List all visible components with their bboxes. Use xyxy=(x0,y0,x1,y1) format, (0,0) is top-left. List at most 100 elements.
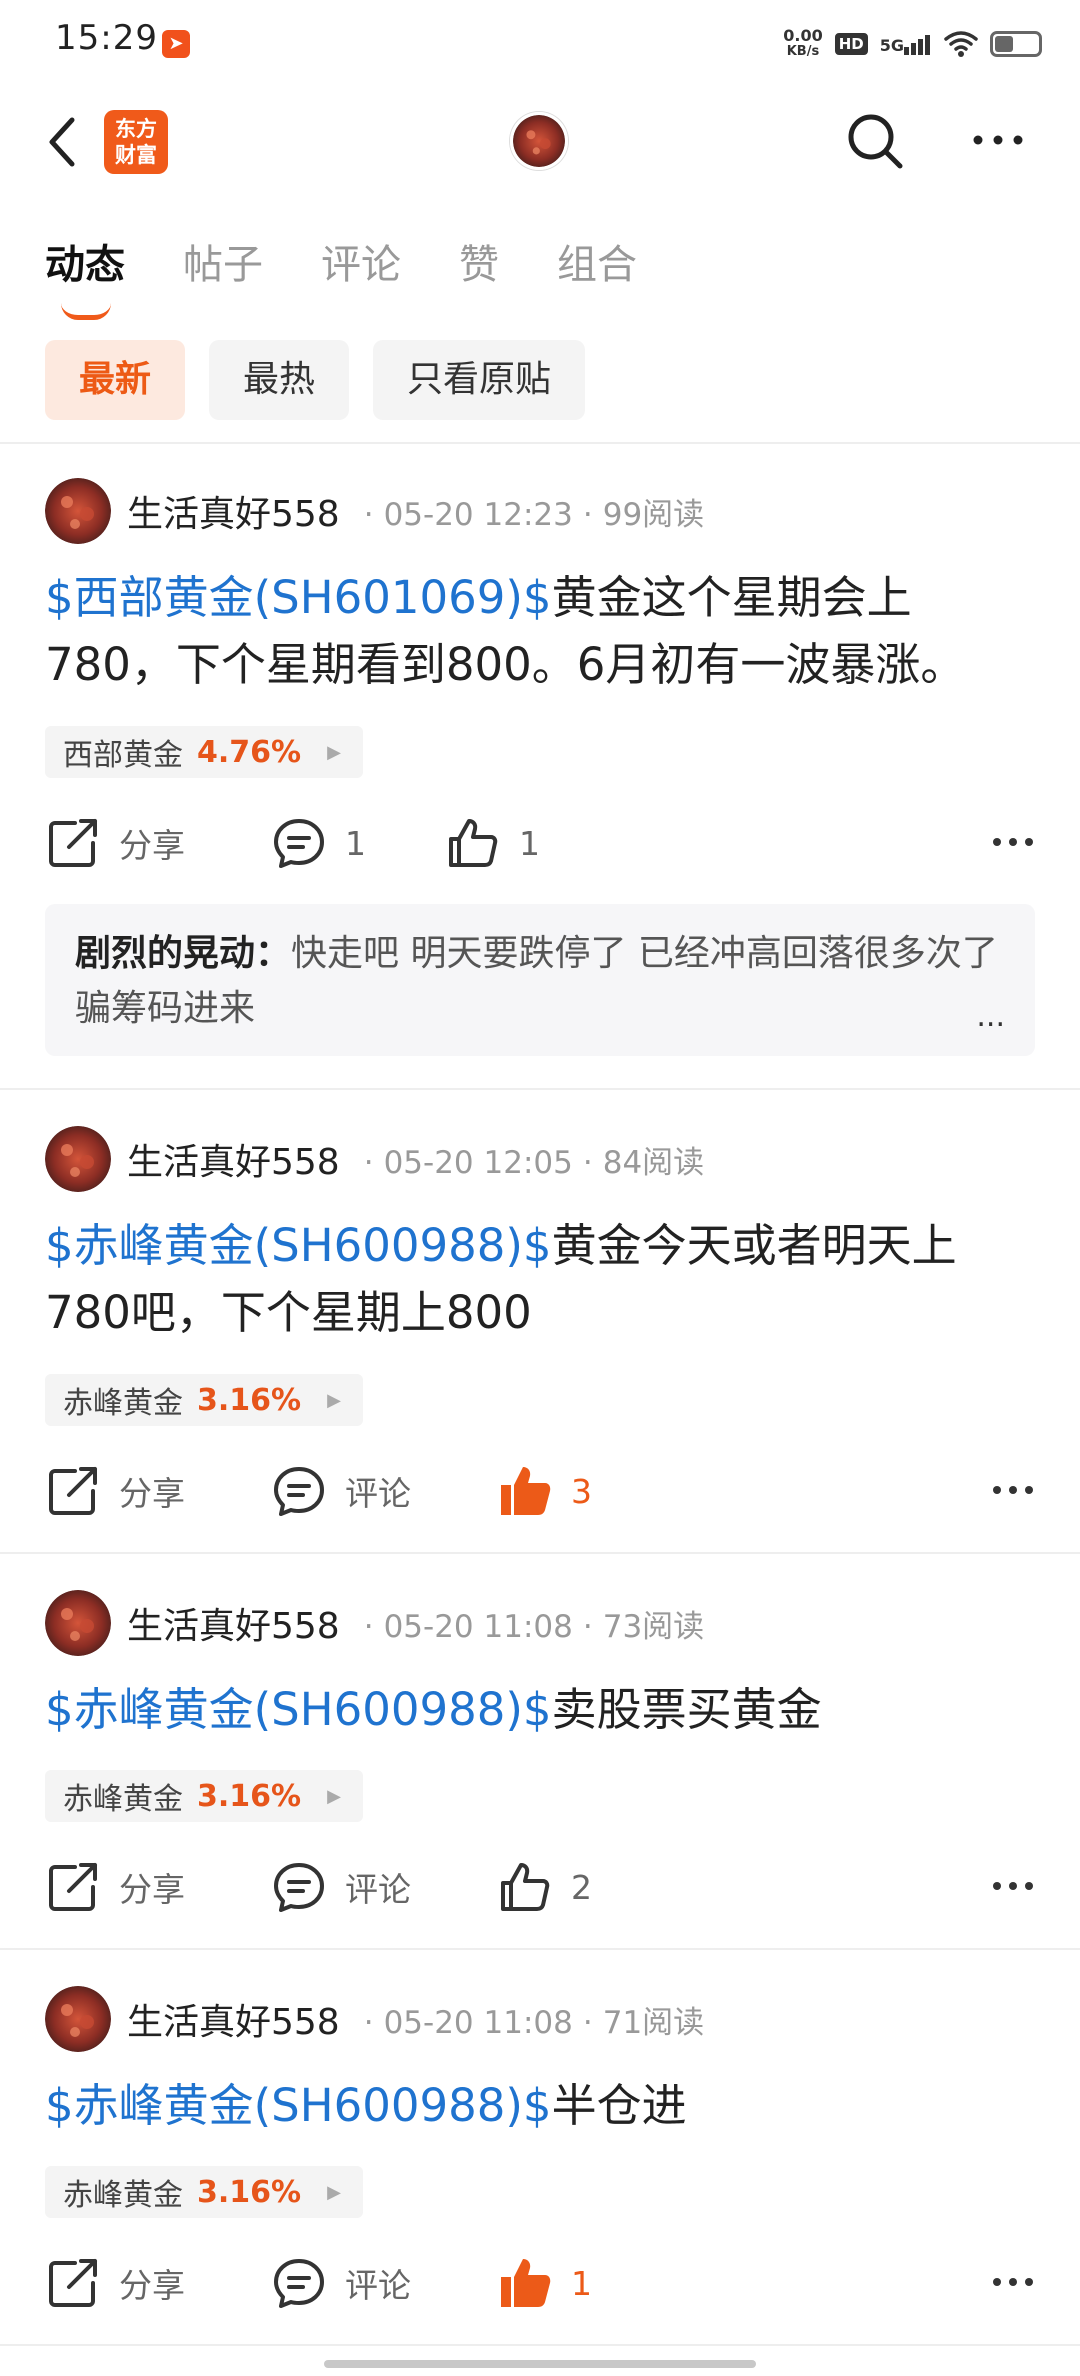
comment-button[interactable]: 评论 xyxy=(271,2248,411,2318)
share-button[interactable]: 分享 xyxy=(45,1852,185,1922)
post-content[interactable]: $赤峰黄金(SH600988)$半仓进 xyxy=(45,2072,1035,2139)
status-indicators: 0.00 KB/s HD 5G xyxy=(783,24,1042,64)
post-time: 05-20 12:23 xyxy=(383,496,573,533)
stock-link[interactable]: $西部黄金(SH601069)$ xyxy=(45,571,552,624)
status-bar: 15:29 ➤ 0.00 KB/s HD 5G xyxy=(0,0,1080,84)
share-button[interactable]: 分享 xyxy=(45,808,185,878)
post-card[interactable]: 生活真好558 · 05-20 11:08 · 73阅读 $赤峰黄金(SH600988… xyxy=(0,1590,1080,1950)
hd-icon: HD xyxy=(834,33,868,55)
like-count: 2 xyxy=(571,1867,592,1907)
author-avatar[interactable] xyxy=(45,1126,111,1192)
like-button[interactable]: 3 xyxy=(497,1456,592,1526)
comment-label: 评论 xyxy=(345,2266,411,2305)
comment-button[interactable]: 1 xyxy=(271,808,366,878)
share-icon xyxy=(49,1863,97,1911)
share-button[interactable]: 分享 xyxy=(45,2248,185,2318)
filter-latest[interactable]: 最新 xyxy=(45,340,186,420)
chevron-right-icon: ▶ xyxy=(327,2181,341,2203)
network-label: 5G xyxy=(879,36,904,55)
stock-quote-chip[interactable]: 赤峰黄金 3.16% ▶ xyxy=(45,1770,363,1822)
post-actions: 分享 评论 3 xyxy=(45,1456,1035,1526)
post-content[interactable]: $西部黄金(SH601069)$黄金这个星期会上780，下个星期看到800。6月… xyxy=(45,564,1035,698)
status-time: 15:29 xyxy=(55,18,158,58)
battery-icon xyxy=(990,31,1042,57)
share-label: 分享 xyxy=(119,826,185,865)
author-avatar[interactable] xyxy=(45,1986,111,2052)
post-card[interactable]: 生活真好558 · 05-20 11:08 · 71阅读 $赤峰黄金(SH600988… xyxy=(0,1986,1080,2346)
tab-posts[interactable]: 帖子 xyxy=(183,232,263,290)
quote-change: 3.16% xyxy=(197,1778,302,1814)
filter-original-only[interactable]: 只看原贴 xyxy=(373,340,586,420)
filter-hottest[interactable]: 最热 xyxy=(209,340,350,420)
author-name[interactable]: 生活真好558 xyxy=(127,1993,340,2045)
back-arrow-icon[interactable] xyxy=(40,112,90,172)
quote-name: 赤峰黄金 xyxy=(63,2178,183,2213)
comment-button[interactable]: 评论 xyxy=(271,1852,411,1922)
stock-quote-chip[interactable]: 赤峰黄金 3.16% ▶ xyxy=(45,2166,363,2218)
read-count: 84阅读 xyxy=(602,1144,705,1181)
post-body: 卖股票买黄金 xyxy=(551,1683,822,1736)
quote-change: 3.16% xyxy=(197,2174,302,2210)
more-icon[interactable] xyxy=(991,2262,1035,2302)
share-label: 分享 xyxy=(119,1474,185,1513)
post-actions: 分享 评论 1 xyxy=(45,2248,1035,2318)
post-meta: · 05-20 12:23 · 99阅读 xyxy=(363,496,705,533)
quote-name: 赤峰黄金 xyxy=(63,1386,183,1421)
author-avatar[interactable] xyxy=(45,478,111,544)
more-options-icon[interactable] xyxy=(968,120,1028,160)
more-icon[interactable] xyxy=(991,822,1035,862)
comment-icon xyxy=(274,1863,324,1912)
quote-name: 西部黄金 xyxy=(63,738,183,773)
stock-link[interactable]: $赤峰黄金(SH600988)$ xyxy=(45,2079,552,2132)
divider xyxy=(0,1552,1080,1554)
more-icon[interactable] xyxy=(991,1866,1035,1906)
comment-count: 1 xyxy=(345,823,366,863)
like-button[interactable]: 2 xyxy=(497,1852,592,1922)
profile-tabs: 动态 帖子 评论 赞 组合 xyxy=(45,232,637,320)
post-header: 生活真好558 · 05-20 12:05 · 84阅读 xyxy=(45,1126,704,1192)
tab-portfolios[interactable]: 组合 xyxy=(557,232,637,290)
comment-icon xyxy=(274,819,324,868)
author-name[interactable]: 生活真好558 xyxy=(127,1133,340,1185)
stock-quote-chip[interactable]: 赤峰黄金 3.16% ▶ xyxy=(45,1374,363,1426)
share-button[interactable]: 分享 xyxy=(45,1456,185,1526)
post-content[interactable]: $赤峰黄金(SH600988)$卖股票买黄金 xyxy=(45,1676,1035,1743)
post-content[interactable]: $赤峰黄金(SH600988)$黄金今天或者明天上780吧，下个星期上800 xyxy=(45,1212,1035,1346)
like-button[interactable]: 1 xyxy=(445,808,540,878)
post-header: 生活真好558 · 05-20 12:23 · 99阅读 xyxy=(45,478,704,544)
tab-dynamics[interactable]: 动态 xyxy=(45,232,125,320)
top-comment-preview[interactable]: 剧烈的晃动：快走吧 明天要跌停了 已经冲高回落很多次了 骗筹码进来 ... xyxy=(45,904,1035,1056)
comment-button[interactable]: 评论 xyxy=(271,1456,411,1526)
post-card[interactable]: 生活真好558 · 05-20 12:05 · 84阅读 $赤峰黄金(SH600988… xyxy=(0,1126,1080,1536)
share-icon xyxy=(49,2259,97,2307)
user-avatar[interactable] xyxy=(510,112,568,170)
commenter-name[interactable]: 剧烈的晃动： xyxy=(75,933,291,974)
post-time: 05-20 11:08 xyxy=(383,2004,573,2041)
tab-comments[interactable]: 评论 xyxy=(321,232,401,290)
like-count: 1 xyxy=(571,2263,592,2303)
share-icon xyxy=(49,819,97,867)
author-avatar[interactable] xyxy=(45,1590,111,1656)
comment-icon xyxy=(274,1467,324,1516)
search-icon[interactable] xyxy=(842,108,908,174)
post-header: 生活真好558 · 05-20 11:08 · 71阅读 xyxy=(45,1986,704,2052)
tab-likes[interactable]: 赞 xyxy=(459,232,499,290)
post-meta: · 05-20 12:05 · 84阅读 xyxy=(363,1144,705,1181)
author-name[interactable]: 生活真好558 xyxy=(127,1597,340,1649)
home-indicator[interactable] xyxy=(324,2360,756,2368)
more-icon[interactable] xyxy=(991,1470,1035,1510)
top-nav-bar: 东方 财富 xyxy=(0,100,1080,182)
post-card[interactable]: 生活真好558 · 05-20 12:23 · 99阅读 $西部黄金(SH601069… xyxy=(0,478,1080,1088)
divider xyxy=(0,1088,1080,1090)
comment-icon xyxy=(274,2259,324,2308)
chevron-right-icon: ▶ xyxy=(327,1785,341,1807)
logo-line2: 财富 xyxy=(115,143,157,167)
author-name[interactable]: 生活真好558 xyxy=(127,485,340,537)
stock-link[interactable]: $赤峰黄金(SH600988)$ xyxy=(45,1219,552,1272)
net-speed: 0.00 KB/s xyxy=(783,28,822,60)
comment-ellipsis: ... xyxy=(976,999,1005,1034)
read-count: 99阅读 xyxy=(602,496,705,533)
stock-quote-chip[interactable]: 西部黄金 4.76% ▶ xyxy=(45,726,363,778)
stock-link[interactable]: $赤峰黄金(SH600988)$ xyxy=(45,1683,552,1736)
like-button[interactable]: 1 xyxy=(497,2248,592,2318)
